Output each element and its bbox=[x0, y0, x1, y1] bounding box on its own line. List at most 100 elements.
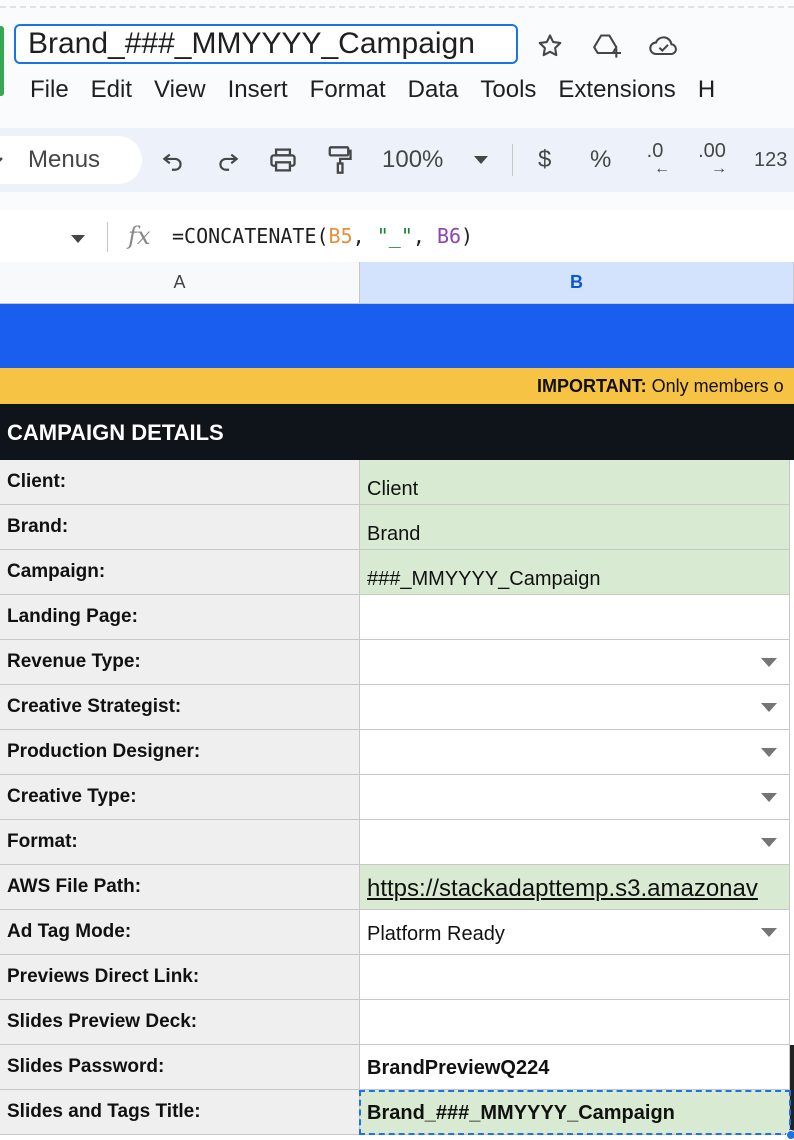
formula-string: "_" bbox=[376, 224, 413, 248]
increase-decimal-label: .00 bbox=[698, 140, 726, 162]
value-cell[interactable]: Client bbox=[360, 460, 790, 505]
selected-cell-outline bbox=[359, 1090, 791, 1135]
zoom-select[interactable]: 100% bbox=[382, 142, 443, 178]
increase-decimal-button[interactable]: .00 → bbox=[697, 140, 727, 178]
field-value: BrandPreviewQ224 bbox=[367, 1057, 550, 1079]
value-cell[interactable] bbox=[360, 730, 790, 775]
formula-bar-divider bbox=[107, 222, 108, 252]
cloud-saved-icon[interactable] bbox=[648, 30, 680, 62]
dropdown-arrow-icon[interactable] bbox=[761, 838, 777, 847]
label-cell[interactable]: Client: bbox=[0, 460, 360, 505]
label-cell[interactable]: Creative Strategist: bbox=[0, 685, 360, 730]
formula-input[interactable]: =CONCATENATE(B5, "_", B6) bbox=[172, 224, 473, 248]
column-header-b[interactable]: B bbox=[360, 262, 794, 304]
value-cell[interactable]: Brand bbox=[360, 505, 790, 550]
field-label: Landing Page: bbox=[7, 606, 138, 627]
arrow-left-icon: ← bbox=[654, 160, 670, 177]
value-cell[interactable]: ###_MMYYYY_Campaign bbox=[360, 550, 790, 595]
field-label: Brand: bbox=[7, 516, 69, 537]
value-cell[interactable] bbox=[360, 1000, 790, 1045]
label-cell[interactable]: Ad Tag Mode: bbox=[0, 910, 360, 955]
label-cell[interactable]: AWS File Path: bbox=[0, 865, 360, 910]
undo-icon[interactable] bbox=[160, 142, 186, 178]
column-header-a[interactable]: A bbox=[0, 262, 360, 304]
field-label: Format: bbox=[7, 831, 78, 852]
field-label: Campaign: bbox=[7, 561, 106, 582]
toolbar-divider bbox=[512, 144, 513, 176]
value-cell[interactable] bbox=[360, 685, 790, 730]
menu-insert[interactable]: Insert bbox=[228, 74, 288, 106]
formula-sep: , bbox=[352, 224, 377, 248]
label-cell[interactable]: Campaign: bbox=[0, 550, 360, 595]
table-row: Creative Strategist: bbox=[0, 685, 794, 730]
value-cell[interactable] bbox=[360, 640, 790, 685]
value-cell[interactable]: Platform Ready bbox=[360, 910, 790, 955]
number-format-button[interactable]: 123 bbox=[754, 142, 787, 178]
search-menus-label: Menus bbox=[28, 146, 101, 173]
dropdown-arrow-icon[interactable] bbox=[761, 658, 777, 667]
star-icon[interactable] bbox=[534, 30, 566, 62]
value-cell[interactable]: https://stackadapttemp.s3.amazonav bbox=[360, 865, 790, 910]
value-cell[interactable] bbox=[360, 595, 790, 640]
aws-link[interactable]: https://stackadapttemp.s3.amazonav bbox=[367, 875, 758, 903]
value-cell[interactable] bbox=[360, 955, 790, 1000]
value-cell[interactable]: BrandPreviewQ224 bbox=[360, 1045, 790, 1090]
name-box-dropdown-icon[interactable] bbox=[70, 231, 86, 249]
label-cell[interactable]: Slides Password: bbox=[0, 1045, 360, 1090]
menu-edit[interactable]: Edit bbox=[91, 74, 132, 106]
table-row: Previews Direct Link: bbox=[0, 955, 794, 1000]
move-to-drive-icon[interactable] bbox=[591, 30, 623, 62]
menu-file[interactable]: File bbox=[30, 74, 69, 106]
field-label: Ad Tag Mode: bbox=[7, 921, 132, 942]
document-title-input[interactable]: Brand_###_MMYYYY_Campaign bbox=[14, 24, 518, 64]
label-cell[interactable]: Format: bbox=[0, 820, 360, 865]
dropdown-arrow-icon[interactable] bbox=[761, 703, 777, 712]
label-cell[interactable]: Creative Type: bbox=[0, 775, 360, 820]
menu-extensions[interactable]: Extensions bbox=[558, 74, 675, 106]
label-cell[interactable]: Slides Preview Deck: bbox=[0, 1000, 360, 1045]
menu-view[interactable]: View bbox=[154, 74, 206, 106]
menu-format[interactable]: Format bbox=[310, 74, 386, 106]
formula-ref-b5: B5 bbox=[328, 224, 353, 248]
redo-icon[interactable] bbox=[215, 142, 241, 178]
table-row: Landing Page: bbox=[0, 595, 794, 640]
label-cell[interactable]: Previews Direct Link: bbox=[0, 955, 360, 1000]
label-cell[interactable]: Revenue Type: bbox=[0, 640, 360, 685]
value-cell[interactable] bbox=[360, 820, 790, 865]
field-label: Revenue Type: bbox=[7, 651, 141, 672]
label-cell[interactable]: Production Designer: bbox=[0, 730, 360, 775]
field-label: Slides Password: bbox=[7, 1056, 165, 1077]
menu-help[interactable]: H bbox=[698, 74, 715, 106]
field-label: AWS File Path: bbox=[7, 876, 142, 897]
table-row: Brand: Brand bbox=[0, 505, 794, 550]
field-label: Creative Strategist: bbox=[7, 696, 182, 717]
adjacent-column-edge bbox=[790, 1045, 794, 1090]
percent-symbol: % bbox=[590, 146, 612, 173]
field-value: Client bbox=[367, 478, 419, 500]
menu-tools[interactable]: Tools bbox=[480, 74, 536, 106]
decrease-decimal-button[interactable]: .0 ← bbox=[640, 141, 670, 178]
dropdown-arrow-icon[interactable] bbox=[761, 793, 777, 802]
fill-handle[interactable] bbox=[786, 1130, 794, 1140]
table-row: Slides Password: BrandPreviewQ224 bbox=[0, 1045, 794, 1090]
paint-format-icon[interactable] bbox=[325, 142, 353, 178]
table-row: Slides Preview Deck: bbox=[0, 1000, 794, 1045]
field-label: Previews Direct Link: bbox=[7, 966, 200, 987]
important-notice: IMPORTANT: Only members o bbox=[0, 368, 794, 405]
label-cell[interactable]: Slides and Tags Title: bbox=[0, 1090, 360, 1135]
dropdown-arrow-icon[interactable] bbox=[761, 748, 777, 757]
currency-format-button[interactable]: $ bbox=[538, 142, 551, 178]
percent-format-button[interactable]: % bbox=[590, 142, 611, 178]
table-row: AWS File Path: https://stackadapttemp.s3.… bbox=[0, 865, 794, 910]
value-cell[interactable] bbox=[360, 775, 790, 820]
spreadsheet-grid: A B IMPORTANT: Only members o CAMPAIGN D… bbox=[0, 262, 794, 1140]
print-icon[interactable] bbox=[268, 142, 298, 178]
label-cell[interactable]: Brand: bbox=[0, 505, 360, 550]
label-cell[interactable]: Landing Page: bbox=[0, 595, 360, 640]
sheets-logo[interactable] bbox=[0, 26, 4, 96]
field-label: Slides and Tags Title: bbox=[7, 1101, 201, 1122]
menu-data[interactable]: Data bbox=[408, 74, 459, 106]
dropdown-arrow-icon[interactable] bbox=[761, 928, 777, 937]
zoom-dropdown-icon[interactable] bbox=[472, 142, 490, 178]
search-menus[interactable]: Menus bbox=[0, 136, 142, 184]
